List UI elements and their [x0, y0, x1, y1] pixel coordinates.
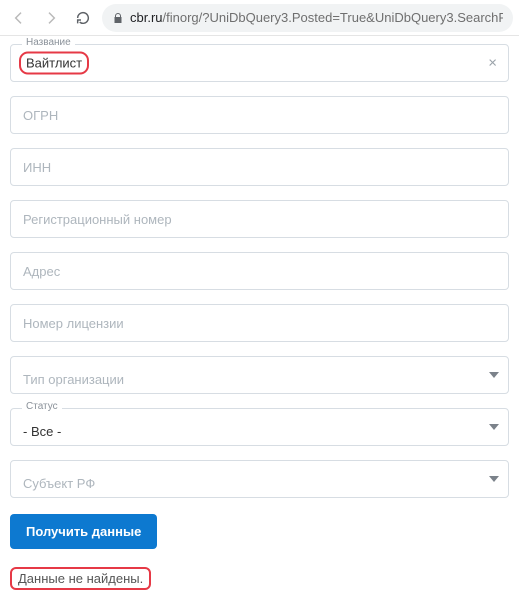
inn-input[interactable]: [10, 148, 509, 186]
ogrn-input[interactable]: [10, 96, 509, 134]
license-input[interactable]: [10, 304, 509, 342]
lock-icon: [112, 12, 124, 24]
browser-toolbar: cbr.ru/finorg/?UniDbQuery3.Posted=True&U…: [0, 0, 519, 36]
field-status: Статус - Все -: [10, 408, 509, 446]
orgtype-placeholder: Тип организации: [23, 372, 124, 387]
orgtype-select[interactable]: Тип организации: [10, 356, 509, 394]
field-regnum: [10, 200, 509, 238]
name-input[interactable]: [10, 44, 509, 82]
field-name-label: Название: [22, 37, 75, 49]
submit-button[interactable]: Получить данные: [10, 514, 157, 549]
field-name: Название Вайтлист ×: [10, 44, 509, 82]
url-text: cbr.ru/finorg/?UniDbQuery3.Posted=True&U…: [130, 10, 503, 25]
no-data-message: Данные не найдены.: [10, 567, 509, 590]
reload-button[interactable]: [70, 5, 96, 31]
address-bar[interactable]: cbr.ru/finorg/?UniDbQuery3.Posted=True&U…: [102, 4, 513, 32]
field-inn: [10, 148, 509, 186]
field-status-label: Статус: [22, 401, 62, 413]
field-address: [10, 252, 509, 290]
status-select[interactable]: - Все -: [10, 408, 509, 446]
field-license: [10, 304, 509, 342]
field-ogrn: [10, 96, 509, 134]
region-select[interactable]: Субъект РФ: [10, 460, 509, 498]
clear-name-button[interactable]: ×: [484, 53, 501, 74]
status-value: - Все -: [23, 424, 61, 439]
regnum-input[interactable]: [10, 200, 509, 238]
forward-button[interactable]: [38, 5, 64, 31]
field-region: Субъект РФ: [10, 460, 509, 498]
address-input[interactable]: [10, 252, 509, 290]
field-orgtype: Тип организации: [10, 356, 509, 394]
search-form: Название Вайтлист × Тип организации Стат…: [0, 36, 519, 600]
back-button[interactable]: [6, 5, 32, 31]
region-placeholder: Субъект РФ: [23, 476, 95, 491]
